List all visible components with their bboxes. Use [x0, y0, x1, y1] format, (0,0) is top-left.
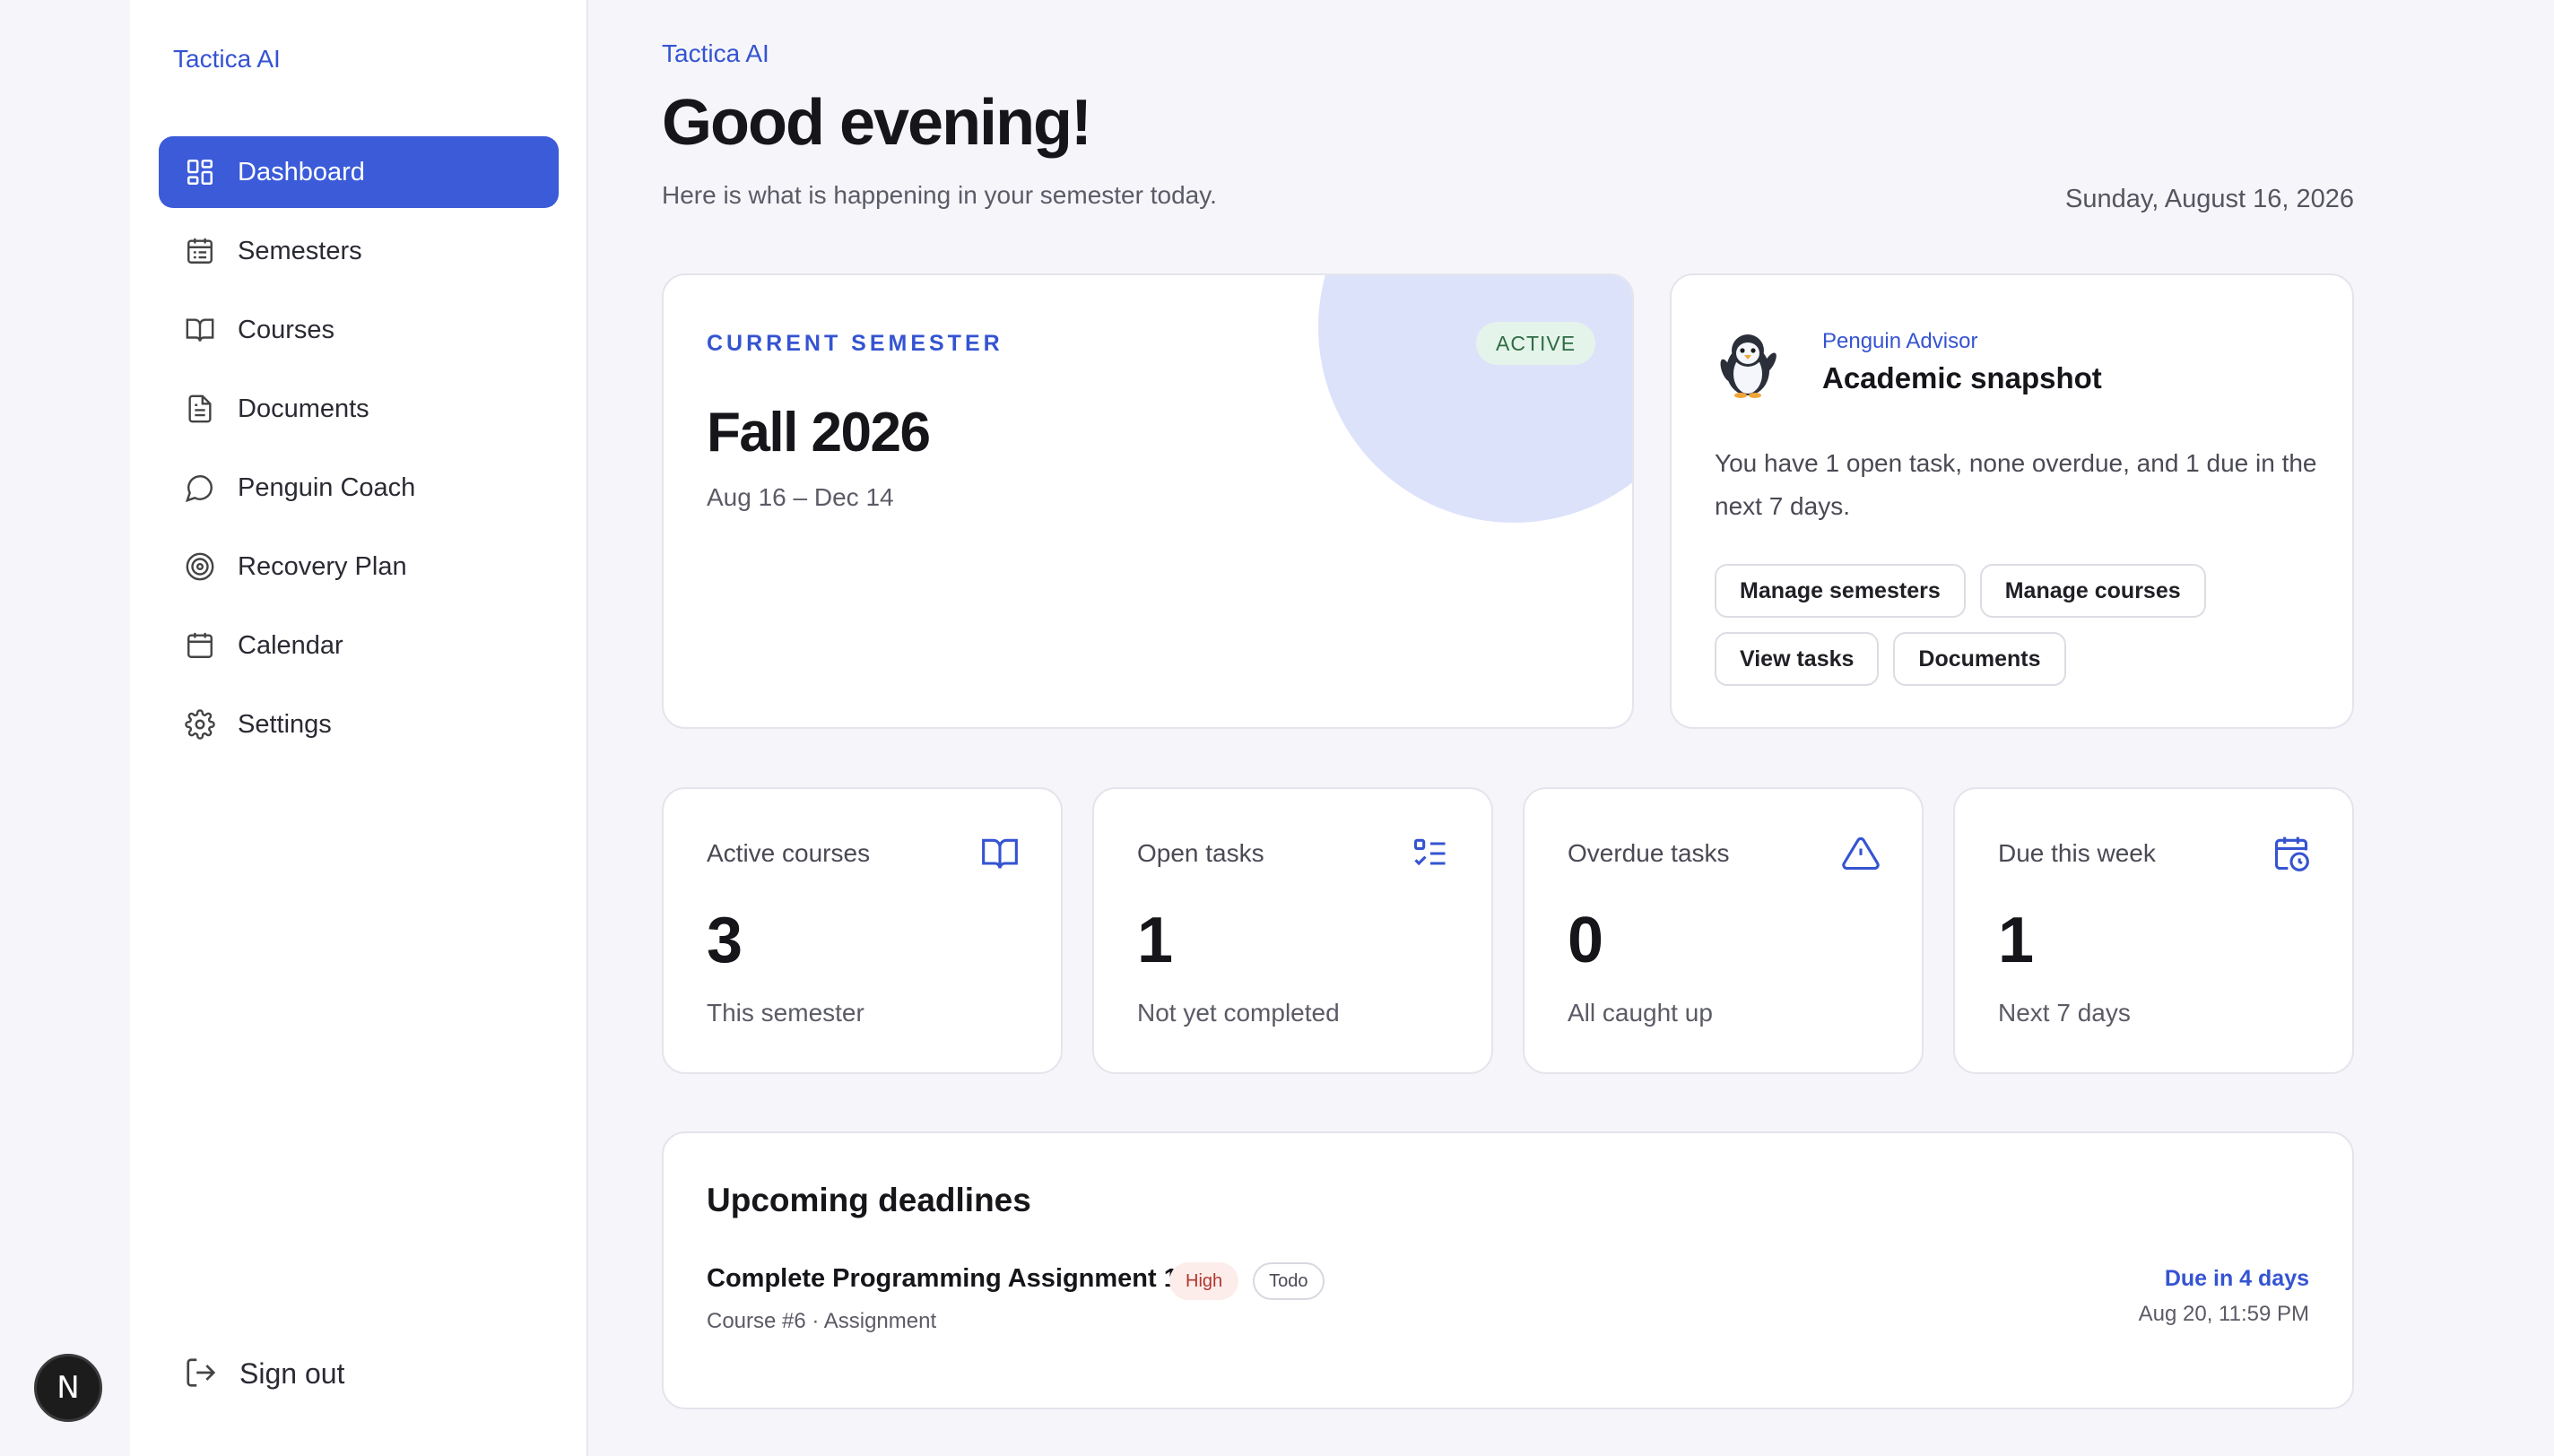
status-badge: ACTIVE — [1476, 322, 1596, 365]
target-icon — [184, 550, 216, 583]
deadline-item[interactable]: Complete Programming Assignment 1 High T… — [707, 1262, 2309, 1343]
sidebar-item-label: Penguin Coach — [238, 472, 416, 502]
dev-tools-badge[interactable]: N — [34, 1354, 102, 1422]
manage-courses-button[interactable]: Manage courses — [1979, 564, 2206, 618]
checklist-icon — [1411, 834, 1450, 873]
semester-name: Fall 2026 — [707, 402, 931, 464]
semester-date-range: Aug 16 – Dec 14 — [707, 483, 894, 511]
dashboard-icon — [184, 156, 216, 188]
sidebar-item-dashboard[interactable]: Dashboard — [159, 136, 559, 208]
stat-value: 3 — [707, 905, 743, 976]
sidebar-item-calendar[interactable]: Calendar — [159, 610, 559, 681]
sidebar-item-label: Calendar — [238, 630, 343, 660]
book-icon — [184, 314, 216, 346]
current-date: Sunday, August 16, 2026 — [2065, 185, 2354, 213]
sidebar-item-label: Documents — [238, 394, 369, 423]
advisor-title: Academic snapshot — [1822, 361, 2102, 394]
sign-out-button[interactable]: Sign out — [184, 1338, 344, 1409]
manage-semesters-button[interactable]: Manage semesters — [1715, 564, 1966, 618]
sidebar-item-penguin-coach[interactable]: Penguin Coach — [159, 452, 559, 524]
calendar-icon — [184, 629, 216, 662]
sidebar-item-label: Semesters — [238, 236, 362, 265]
book-icon — [980, 834, 1020, 873]
sidebar-item-label: Recovery Plan — [238, 551, 407, 581]
upcoming-deadlines-card: Upcoming deadlines Complete Programming … — [662, 1131, 2354, 1409]
stat-label: Due this week — [1998, 839, 2156, 867]
sidebar-item-label: Dashboard — [238, 157, 365, 186]
document-icon — [184, 393, 216, 425]
advisor-actions-row-1: Manage semesters Manage courses — [1715, 564, 2206, 618]
sidebar-item-recovery-plan[interactable]: Recovery Plan — [159, 531, 559, 602]
app-root: N Tactica AI Dashboard Semesters Courses… — [0, 0, 2554, 1456]
sidebar-item-settings[interactable]: Settings — [159, 689, 559, 760]
semester-label: CURRENT SEMESTER — [707, 331, 1003, 356]
deadline-due-relative: Due in 4 days — [2164, 1266, 2309, 1291]
stat-card-due-this-week[interactable]: Due this week 1 Next 7 days — [1953, 787, 2354, 1074]
stat-card-overdue-tasks[interactable]: Overdue tasks 0 All caught up — [1523, 787, 1924, 1074]
stat-caption: All caught up — [1568, 999, 1713, 1027]
header-brand: Tactica AI — [662, 39, 769, 67]
sidebar: Tactica AI Dashboard Semesters Courses D… — [130, 0, 588, 1456]
gear-icon — [184, 708, 216, 741]
page-title: Good evening! — [662, 87, 1092, 159]
advisor-summary: You have 1 open task, none overdue, and … — [1715, 449, 2317, 520]
stat-card-open-tasks[interactable]: Open tasks 1 Not yet completed — [1092, 787, 1493, 1074]
sidebar-item-semesters[interactable]: Semesters — [159, 215, 559, 287]
sign-out-label: Sign out — [239, 1356, 345, 1390]
calendar-list-icon — [184, 235, 216, 267]
sidebar-item-label: Courses — [238, 315, 334, 344]
sidebar-nav: Dashboard Semesters Courses Documents Pe… — [159, 136, 559, 767]
stat-value: 0 — [1568, 905, 1604, 976]
current-semester-card[interactable]: CURRENT SEMESTER ACTIVE Fall 2026 Aug 16… — [662, 273, 1634, 729]
sign-out-icon — [184, 1356, 220, 1391]
penguin-icon — [1715, 327, 1781, 399]
stat-caption: This semester — [707, 999, 864, 1027]
stat-value: 1 — [1998, 905, 2035, 976]
advisor-actions-row-2: View tasks Documents — [1715, 632, 2066, 686]
left-gutter: N — [0, 0, 130, 1456]
stat-label: Active courses — [707, 839, 871, 867]
calendar-clock-icon — [2272, 834, 2311, 873]
deadline-tags: High Todo — [1169, 1262, 1325, 1300]
stat-card-active-courses[interactable]: Active courses 3 This semester — [662, 787, 1063, 1074]
advisor-card: Penguin Advisor Academic snapshot You ha… — [1670, 273, 2354, 729]
deadline-meta: Course #6 · Assignment — [707, 1309, 937, 1333]
chat-bubble-icon — [184, 472, 216, 504]
deadline-due-datetime: Aug 20, 11:59 PM — [2138, 1302, 2309, 1326]
page-subtitle: Here is what is happening in your semest… — [662, 181, 1217, 209]
stat-caption: Next 7 days — [1998, 999, 2131, 1027]
sidebar-item-courses[interactable]: Courses — [159, 294, 559, 366]
sidebar-item-documents[interactable]: Documents — [159, 373, 559, 445]
stat-label: Overdue tasks — [1568, 839, 1730, 867]
sidebar-item-label: Settings — [238, 709, 332, 739]
stat-caption: Not yet completed — [1137, 999, 1340, 1027]
warning-icon — [1841, 834, 1881, 873]
section-title: Upcoming deadlines — [707, 1182, 1031, 1218]
advisor-kicker: Penguin Advisor — [1822, 329, 1978, 353]
priority-badge: High — [1169, 1262, 1239, 1300]
stat-value: 1 — [1137, 905, 1174, 976]
sidebar-brand[interactable]: Tactica AI — [173, 45, 281, 74]
documents-button[interactable]: Documents — [1893, 632, 2066, 686]
stat-label: Open tasks — [1137, 839, 1264, 867]
deadline-name: Complete Programming Assignment 1 — [707, 1264, 1178, 1293]
status-badge: Todo — [1253, 1262, 1325, 1300]
decorative-circle — [1318, 275, 1632, 523]
view-tasks-button[interactable]: View tasks — [1715, 632, 1880, 686]
